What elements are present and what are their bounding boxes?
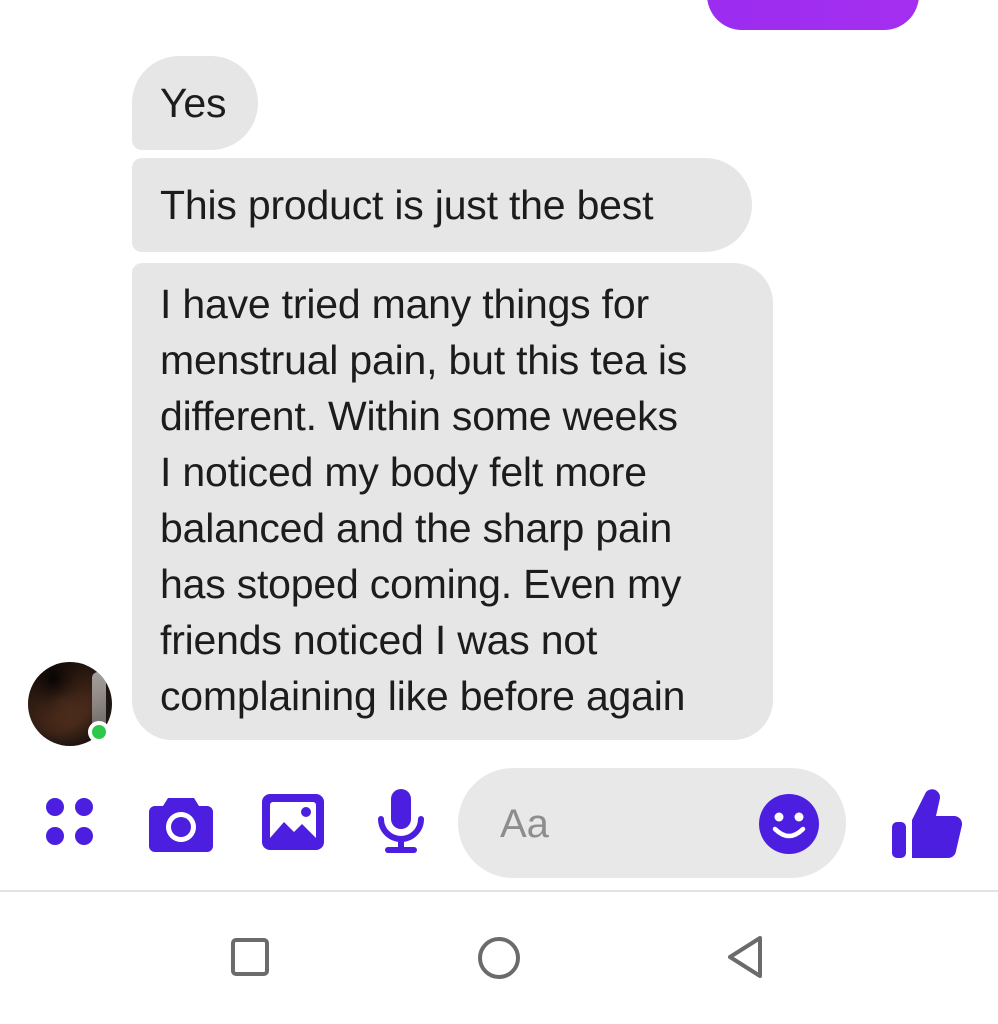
sent-message-bubble-partial[interactable]	[707, 0, 919, 30]
online-status-dot	[88, 721, 110, 743]
received-message-bubble[interactable]: This product is just the best	[132, 158, 752, 252]
received-message-bubble[interactable]: Yes	[132, 56, 258, 150]
apps-icon[interactable]	[44, 796, 98, 850]
camera-icon[interactable]	[148, 794, 214, 852]
composer-divider	[0, 890, 998, 892]
back-icon[interactable]	[724, 933, 766, 981]
message-input[interactable]: Aa	[458, 768, 846, 878]
gallery-icon[interactable]	[262, 794, 324, 850]
emoji-icon[interactable]	[758, 793, 820, 855]
home-icon[interactable]	[476, 935, 522, 981]
message-text: I have tried many things for menstrual p…	[160, 281, 688, 719]
message-text: This product is just the best	[160, 182, 654, 228]
message-input-placeholder: Aa	[500, 802, 549, 846]
received-message-bubble[interactable]: I have tried many things for menstrual p…	[132, 263, 773, 740]
message-text: Yes	[160, 80, 227, 126]
like-icon[interactable]	[888, 782, 966, 862]
microphone-icon[interactable]	[373, 789, 429, 857]
recent-apps-icon[interactable]	[230, 937, 270, 977]
